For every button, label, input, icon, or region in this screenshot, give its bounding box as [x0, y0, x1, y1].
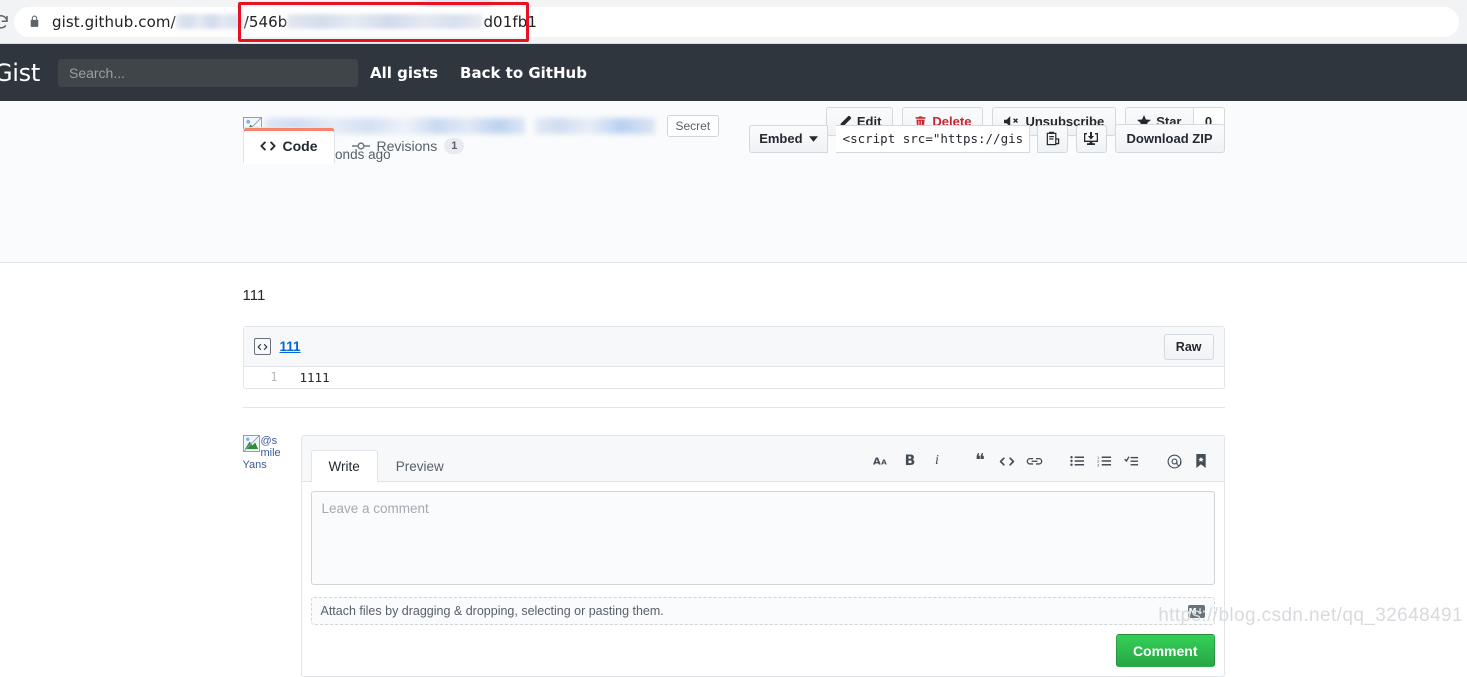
bold-icon[interactable]: B	[897, 449, 924, 473]
reload-icon[interactable]	[0, 13, 10, 31]
comment-actions: Comment	[302, 634, 1224, 676]
download-zip-button[interactable]: Download ZIP	[1114, 124, 1225, 153]
tab-code[interactable]: Code	[242, 127, 335, 164]
url-blur-1	[175, 13, 244, 29]
unordered-list-icon[interactable]	[1064, 449, 1091, 473]
mention-icon[interactable]	[1161, 449, 1188, 473]
line-content: 1111	[299, 370, 330, 385]
comment-form: Write Preview A A B i ❝ 1 2 3 Leave a co…	[300, 435, 1225, 677]
url-text: gist.github.com/ /546b d01fb1	[52, 13, 537, 31]
tab-revisions-label: Revisions	[376, 138, 438, 154]
chevron-down-icon	[808, 135, 818, 142]
italic-icon[interactable]: i	[924, 449, 951, 473]
code-file-icon	[253, 338, 271, 355]
link-icon[interactable]	[1021, 449, 1048, 473]
nav-link-all-gists[interactable]: All gists	[370, 64, 438, 82]
quote-icon[interactable]: ❝	[967, 449, 994, 473]
code-icon	[259, 140, 276, 152]
desktop-download-icon[interactable]	[1075, 124, 1107, 153]
broken-image-icon	[242, 435, 260, 452]
nav-links: All gists Back to GitHub	[370, 64, 587, 82]
git-commit-icon	[351, 140, 370, 152]
url-suffix: d01fb1	[483, 12, 537, 31]
comment-form-area: @smileYans Write Preview A A B i ❝ 1 2 3…	[242, 435, 1225, 677]
attach-files-row[interactable]: Attach files by dragging & dropping, sel…	[310, 597, 1215, 625]
tab-preview[interactable]: Preview	[378, 450, 462, 481]
file-header-left: 111	[253, 338, 301, 355]
url-blur-2	[287, 13, 484, 29]
tab-revisions[interactable]: Revisions 1	[335, 127, 482, 163]
file-header: 111 Raw	[243, 327, 1224, 367]
task-list-icon[interactable]	[1118, 449, 1145, 473]
markdown-icon[interactable]: M↓	[1187, 604, 1205, 618]
gist-file-box: 111 Raw 1 1111	[242, 326, 1225, 389]
svg-text:A: A	[881, 458, 887, 467]
comment-submit-button[interactable]: Comment	[1115, 634, 1215, 667]
raw-button[interactable]: Raw	[1163, 333, 1214, 360]
tab-write[interactable]: Write	[310, 450, 378, 482]
comment-input[interactable]	[310, 491, 1215, 585]
embed-dropdown[interactable]: Embed	[749, 124, 828, 153]
gist-navbar: Gist All gists Back to GitHub	[0, 44, 1467, 101]
ordered-list-icon[interactable]: 1 2 3	[1091, 449, 1118, 473]
url-prefix: gist.github.com/	[52, 12, 176, 31]
heading-icon[interactable]: A A	[870, 449, 897, 473]
main-content: 111 111 Raw 1 1111 @smileYans Write Prev…	[0, 263, 1467, 677]
clipboard-icon[interactable]	[1036, 124, 1068, 153]
reference-icon[interactable]	[1188, 449, 1215, 473]
comment-body	[302, 482, 1224, 597]
revisions-count: 1	[444, 138, 465, 154]
lock-icon	[28, 14, 41, 29]
embed-controls: Embed <script src="https://gist. Downloa…	[749, 124, 1225, 153]
url-mid: /546b	[243, 12, 288, 31]
gist-tabs: Code Revisions 1	[242, 127, 482, 164]
embed-script-input[interactable]	[835, 124, 1030, 153]
gist-header-band: Secret Created 33 seconds ago Edit Delet	[0, 101, 1467, 263]
comment-form-tabs: Write Preview A A B i ❝ 1 2 3	[301, 436, 1224, 482]
nav-link-back-to-github[interactable]: Back to GitHub	[460, 64, 587, 82]
address-bar[interactable]: gist.github.com/ /546b d01fb1	[14, 6, 1459, 37]
line-number[interactable]: 1	[244, 367, 288, 388]
code-icon[interactable]	[994, 449, 1021, 473]
gist-logo[interactable]: Gist	[0, 61, 40, 85]
tab-code-label: Code	[282, 138, 318, 154]
attach-files-text: Attach files by dragging & dropping, sel…	[320, 604, 664, 618]
embed-dropdown-label: Embed	[759, 131, 803, 146]
avatar: @smileYans	[242, 435, 285, 477]
markdown-toolbar: A A B i ❝ 1 2 3	[870, 449, 1215, 481]
file-name-link[interactable]: 111	[280, 339, 301, 354]
gist-description: 111	[242, 287, 266, 304]
content-divider	[242, 407, 1225, 408]
gist-tabs-row: Code Revisions 1 Embed <script src="http…	[242, 124, 1225, 164]
browser-chrome: gist.github.com/ /546b d01fb1	[0, 0, 1467, 44]
svg-text:3: 3	[1097, 463, 1100, 467]
file-code-table: 1 1111	[244, 367, 1224, 388]
svg-text:A: A	[873, 457, 881, 467]
search-input[interactable]	[57, 58, 358, 87]
write-preview-tabs: Write Preview	[310, 450, 462, 482]
code-row: 1 1111	[244, 367, 1224, 388]
